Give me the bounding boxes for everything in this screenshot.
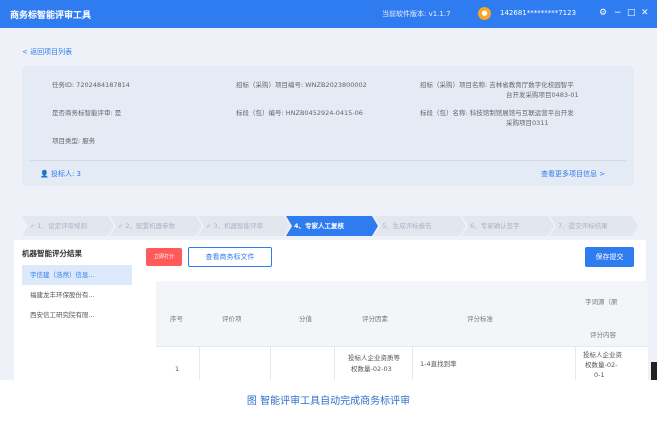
col-header-index: 序号 xyxy=(170,315,183,323)
score-now-button[interactable]: 立即打分 xyxy=(146,248,182,266)
col-header-score: 分值 xyxy=(299,315,312,323)
row-source: 投标人企业资 xyxy=(583,351,622,359)
row-standard: 1-4直找到率 xyxy=(420,360,457,368)
user-avatar-icon[interactable]: ● xyxy=(478,7,491,20)
row-factor: 投标人企业资质等 xyxy=(348,354,400,362)
title-bar: 商务标智能评审工具 当前软件版本: v1.1.7 ● 142681*******… xyxy=(0,0,657,28)
step-1[interactable]: ✓ 1、设定评审规则 xyxy=(22,216,114,236)
step-7[interactable]: 7、提交评标结果 xyxy=(550,216,638,236)
user-id[interactable]: 142681*********7123 xyxy=(500,9,576,17)
table-divider xyxy=(334,346,335,380)
row-index: 1 xyxy=(175,365,180,373)
maximize-icon[interactable]: □ xyxy=(627,7,636,19)
section-name: 标段（包）名称: 科技馆制馆展馆与互联运营平台开发 xyxy=(420,109,574,117)
company-item[interactable]: 福建龙丰环保股份有... xyxy=(22,285,132,305)
step-4-active[interactable]: 4、专家人工复核 xyxy=(286,216,378,236)
workflow-steps: ✓ 1、设定评审规则 ✓ 2、配置机器参数 ✓ 3、机器智能评审 4、专家人工复… xyxy=(22,216,638,236)
row-source-line2: 权数量-02- xyxy=(585,361,618,369)
task-id: 任务ID: 7202484187814 xyxy=(52,81,130,89)
col-header-standard: 评分标准 xyxy=(467,315,493,323)
step-6[interactable]: 6、专家确认签字 xyxy=(462,216,554,236)
table-divider xyxy=(575,346,576,380)
view-business-files-button[interactable]: 查看商务标文件 xyxy=(188,247,272,267)
table-divider xyxy=(199,346,200,380)
section-name-line2: 采购项目0311 xyxy=(506,119,549,127)
info-divider xyxy=(30,160,626,161)
col-header-item: 评价项 xyxy=(222,315,242,323)
row-source-line3: 0-1 xyxy=(594,371,605,379)
person-icon: 👤 xyxy=(40,170,51,178)
step-2[interactable]: ✓ 2、配置机器参数 xyxy=(110,216,202,236)
save-submit-button[interactable]: 保存提交 xyxy=(585,247,634,267)
edge-bar xyxy=(651,362,657,380)
figure-caption: 图 智能评审工具自动完成商务标评审 xyxy=(246,396,411,407)
company-item[interactable]: 宇信建（浩然）信息... xyxy=(22,265,132,285)
purchase-project-name-line2: 台开发采购项目0483-01 xyxy=(506,91,579,99)
row-factor-line2: 权数量-02-03 xyxy=(351,365,392,373)
col-header-source: 字词源（原 xyxy=(585,298,618,306)
table-divider xyxy=(270,346,271,380)
project-type: 项目类型: 服务 xyxy=(52,137,96,145)
col-header-factor: 评分因素 xyxy=(362,315,388,323)
bidders-label: 投标人: 3 xyxy=(50,170,81,178)
minimize-icon[interactable]: − xyxy=(614,7,622,19)
company-list: 宇信建（浩然）信息... 福建龙丰环保股份有... 西安信工研究院有限... xyxy=(22,265,132,325)
section-id: 标段（包）编号: HNZB0452924-0415-06 xyxy=(236,109,363,117)
bidders-count: 👤 投标人: 3 xyxy=(40,169,81,179)
col-subheader-content: 评分内容 xyxy=(590,331,616,339)
app-title: 商务标智能评审工具 xyxy=(10,11,92,21)
company-item[interactable]: 西安信工研究院有限... xyxy=(22,305,132,325)
purchase-project-id: 招标（采购）项目编号: WNZB2023800002 xyxy=(236,81,367,89)
table-divider xyxy=(412,346,413,380)
back-to-project-list-link[interactable]: < 返回项目列表 xyxy=(22,47,72,57)
version-label: 当前软件版本: v1.1.7 xyxy=(382,10,451,18)
purchase-project-name: 招标（采购）项目名称: 吉林省教育厅数字化校园智平 xyxy=(420,81,574,89)
settings-gear-icon[interactable]: ⚙ xyxy=(599,7,607,19)
close-icon[interactable]: ✕ xyxy=(641,7,649,19)
panel-title: 机器智能评分结果 xyxy=(22,249,82,258)
more-project-info-link[interactable]: 查看更多项目信息 > xyxy=(541,169,605,179)
step-3[interactable]: ✓ 3、机器智能评审 xyxy=(198,216,290,236)
step-5[interactable]: 5、生成评标报告 xyxy=(374,216,466,236)
smart-review-flag: 是否商务标智能评审: 是 xyxy=(52,109,122,117)
